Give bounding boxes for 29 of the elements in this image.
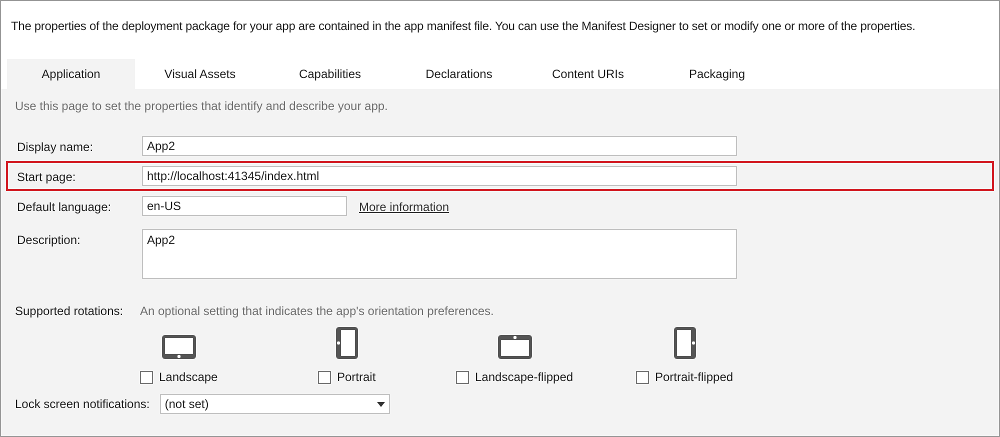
field-label: Description: xyxy=(17,232,82,249)
tablet-landscape-icon xyxy=(160,334,197,360)
checkbox-label: Portrait xyxy=(337,369,376,386)
tablet-portrait-icon xyxy=(334,326,359,360)
field-label: Supported rotations: xyxy=(15,303,124,320)
checkbox-label: Landscape xyxy=(159,369,218,386)
checkbox[interactable] xyxy=(636,370,649,384)
language-field[interactable]: en-US xyxy=(142,196,347,216)
field-label: Default language: xyxy=(17,199,112,216)
field-label: Lock screen notifications: xyxy=(15,396,150,413)
checkbox[interactable] xyxy=(140,370,153,384)
checkbox-label: Portrait-flipped xyxy=(655,369,734,386)
field-label: Display name: xyxy=(17,139,94,156)
field-hint: An optional setting that indicates the app's orientation preferences. xyxy=(140,303,494,320)
description-field[interactable]: App2 xyxy=(142,229,737,279)
text-field[interactable]: http://localhost:41345/index.html xyxy=(142,166,737,186)
page-hint: Use this page to set the properties that identify and describe your app. xyxy=(15,98,389,115)
checkbox-label: Landscape-flipped xyxy=(475,369,574,386)
more-information-link[interactable]: More information xyxy=(359,196,450,216)
caret-icon xyxy=(376,402,385,406)
checkbox[interactable] xyxy=(456,370,469,384)
notifications-dropdown[interactable]: (not set) xyxy=(160,394,390,414)
checkbox[interactable] xyxy=(318,370,331,384)
tab[interactable]: Application xyxy=(7,59,135,89)
tablet-landscape-icon xyxy=(496,334,533,360)
field-label: Start page: xyxy=(17,169,77,186)
tablet-portrait-icon xyxy=(672,326,697,360)
description-text: The properties of the deployment package for your app are contained in the app manifest file. You can use the Manifest Designer to set or modify one or more of the properties. xyxy=(10,18,916,35)
text-field[interactable]: App2 xyxy=(142,136,737,156)
